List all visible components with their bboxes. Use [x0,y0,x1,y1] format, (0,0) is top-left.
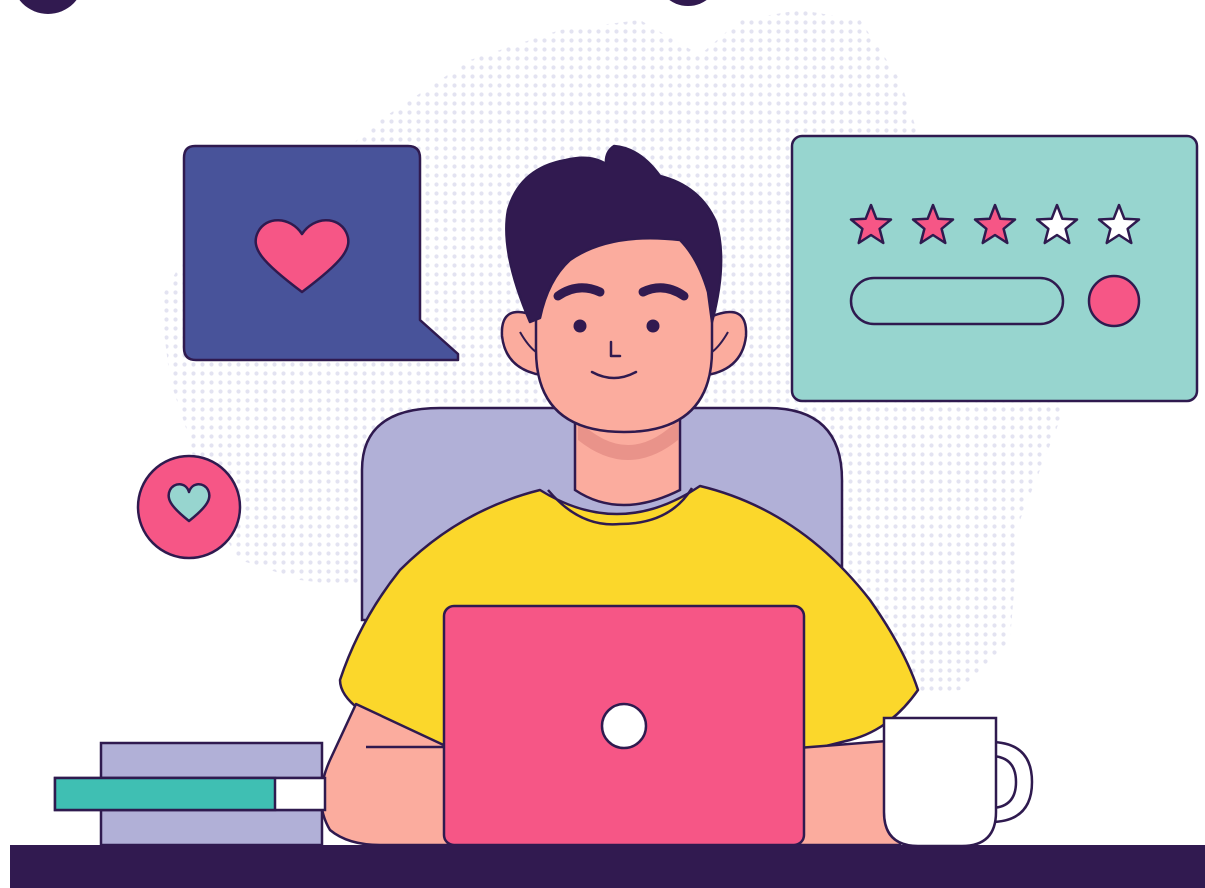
laptop-logo [600,702,648,750]
desk [10,845,1205,888]
review-card [790,134,1199,403]
review-input-bar [849,276,1065,326]
right-eye [646,319,660,333]
book-stack [53,741,327,847]
review-submit-dot [1087,274,1141,328]
coffee-mug [882,716,1034,848]
left-eye [573,319,587,333]
illustration [0,0,1205,888]
heart-chat-bubble-icon [182,144,460,362]
heart-badge-icon [136,454,242,560]
top-left-circle [19,0,77,14]
top-right-circle [669,0,707,6]
laptop [442,604,806,847]
